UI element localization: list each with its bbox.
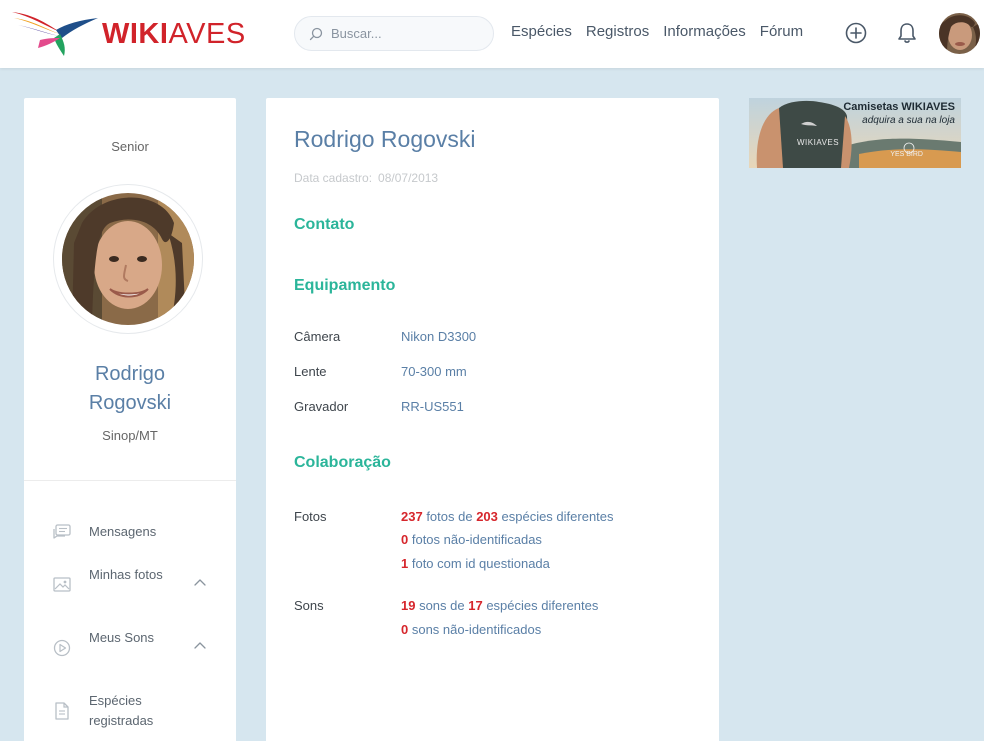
- collab-sounds-unidentified[interactable]: 0 sons não-identificados: [401, 622, 541, 637]
- search-icon: [309, 27, 323, 40]
- add-button[interactable]: [844, 21, 868, 45]
- equipment-value-camera: Nikon D3300: [401, 329, 477, 344]
- nav-registros[interactable]: Registros: [586, 23, 649, 40]
- logo-wiki-text: WIKI: [102, 18, 169, 50]
- photos-species-count: 203: [476, 509, 498, 524]
- sounds-text-2: espécies diferentes: [482, 598, 599, 613]
- menu-label-especies-registradas: Espécies registradas: [89, 693, 154, 728]
- equipment-value-lente: 70-300 mm: [401, 364, 467, 379]
- user-avatar[interactable]: [939, 13, 980, 54]
- user-level: Senior: [111, 139, 149, 154]
- hummingbird-logo-icon: [12, 12, 98, 56]
- tshirt-ad-banner[interactable]: Camisetas WIKIAVES adquira a sua na loja…: [749, 98, 961, 168]
- sidebar-user-name: Rodrigo Rogovski: [24, 360, 236, 418]
- sidebar-name-last: Rogovski: [88, 392, 172, 414]
- registration-date: Data cadastro: 08/07/2013: [294, 171, 438, 185]
- logo-text: WIKIAVES: [102, 18, 246, 51]
- sidebar-divider: [24, 480, 236, 481]
- equipment-label-lente: Lente: [294, 364, 327, 379]
- plus-circle-icon: [845, 22, 867, 44]
- sounds-species-count: 17: [468, 598, 483, 613]
- profile-details-card: Rodrigo Rogovski Data cadastro: 08/07/201…: [266, 98, 719, 741]
- equipment-label-gravador: Gravador: [294, 399, 349, 414]
- sounds-text-1: sons de: [415, 598, 469, 613]
- profile-sidebar-card: Senior Rodrigo Rogovski Sinop/MT Mensage…: [24, 98, 236, 741]
- ad-yesbird-logo: YES BIRD: [890, 151, 923, 158]
- document-icon: [55, 702, 69, 720]
- menu-item-mensagens[interactable]: Mensagens: [52, 522, 212, 543]
- chevron-up-icon[interactable]: [192, 638, 208, 654]
- notifications-button[interactable]: [895, 21, 919, 45]
- photos-text-2: espécies diferentes: [497, 509, 614, 524]
- menu-label-minhas-fotos: Minhas fotos: [89, 567, 163, 582]
- collab-label-sons: Sons: [294, 598, 324, 613]
- menu-item-meus-sons[interactable]: Meus Sons: [52, 628, 212, 658]
- collab-sounds-summary[interactable]: 19 sons de 17 espécies diferentes: [401, 598, 598, 613]
- registration-value: 08/07/2013: [378, 171, 439, 185]
- menu-label-mensagens: Mensagens: [89, 524, 157, 539]
- play-icon: [53, 639, 71, 657]
- sounds-unidentified-text: sons não-identificados: [408, 622, 542, 637]
- section-equipamento: Equipamento: [294, 277, 396, 294]
- main-nav: Espécies Registros Informações Fórum: [511, 23, 817, 40]
- section-contato: Contato: [294, 216, 355, 233]
- menu-label-meus-sons: Meus Sons: [89, 630, 155, 645]
- top-header: WIKIAVES Espécies Registros Informações …: [0, 0, 984, 68]
- menu-item-especies-registradas[interactable]: Espécies registradas: [52, 691, 212, 731]
- nav-informacoes[interactable]: Informações: [663, 23, 746, 40]
- photos-unidentified-text: fotos não-identificadas: [408, 532, 542, 547]
- photos-questioned-text: foto com id questionada: [408, 556, 550, 571]
- profile-picture-frame: [53, 184, 203, 334]
- equipment-label-camera: Câmera: [294, 329, 341, 344]
- registration-label: Data cadastro:: [294, 171, 373, 185]
- profile-picture: [62, 193, 194, 325]
- menu-item-minhas-fotos[interactable]: Minhas fotos: [52, 565, 212, 595]
- equipment-value-gravador: RR-US551: [401, 399, 464, 414]
- nav-forum[interactable]: Fórum: [760, 23, 803, 40]
- user-location: Sinop/MT: [102, 428, 158, 443]
- messages-icon: [53, 524, 71, 539]
- collab-photos-unidentified[interactable]: 0 fotos não-identificadas: [401, 532, 542, 547]
- photos-count: 237: [401, 509, 423, 524]
- collab-photos-summary[interactable]: 237 fotos de 203 espécies diferentes: [401, 509, 614, 524]
- collab-photos-questioned[interactable]: 1 foto com id questionada: [401, 556, 550, 571]
- profile-photo: [62, 193, 194, 325]
- sidebar-name-first: Rodrigo: [94, 363, 166, 385]
- section-colaboracao: Colaboração: [294, 454, 391, 471]
- wikiaves-logo[interactable]: WIKIAVES: [10, 8, 246, 58]
- search-box[interactable]: [294, 16, 494, 51]
- bell-icon: [898, 23, 916, 43]
- nav-especies[interactable]: Espécies: [511, 23, 572, 40]
- search-input[interactable]: [331, 26, 481, 41]
- logo-aves-text: AVES: [168, 18, 246, 50]
- ad-subtitle: adquira a sua na loja: [862, 115, 955, 126]
- ad-shirt-brand: WIKIAVES: [797, 138, 840, 147]
- ad-title: Camisetas WIKIAVES: [843, 101, 955, 113]
- image-icon: [53, 577, 71, 592]
- collab-label-fotos: Fotos: [294, 509, 327, 524]
- avatar-photo: [939, 13, 980, 54]
- chevron-up-icon[interactable]: [192, 575, 208, 591]
- photos-text-1: fotos de: [422, 509, 477, 524]
- sounds-count: 19: [401, 598, 416, 613]
- page-title: Rodrigo Rogovski: [294, 126, 476, 152]
